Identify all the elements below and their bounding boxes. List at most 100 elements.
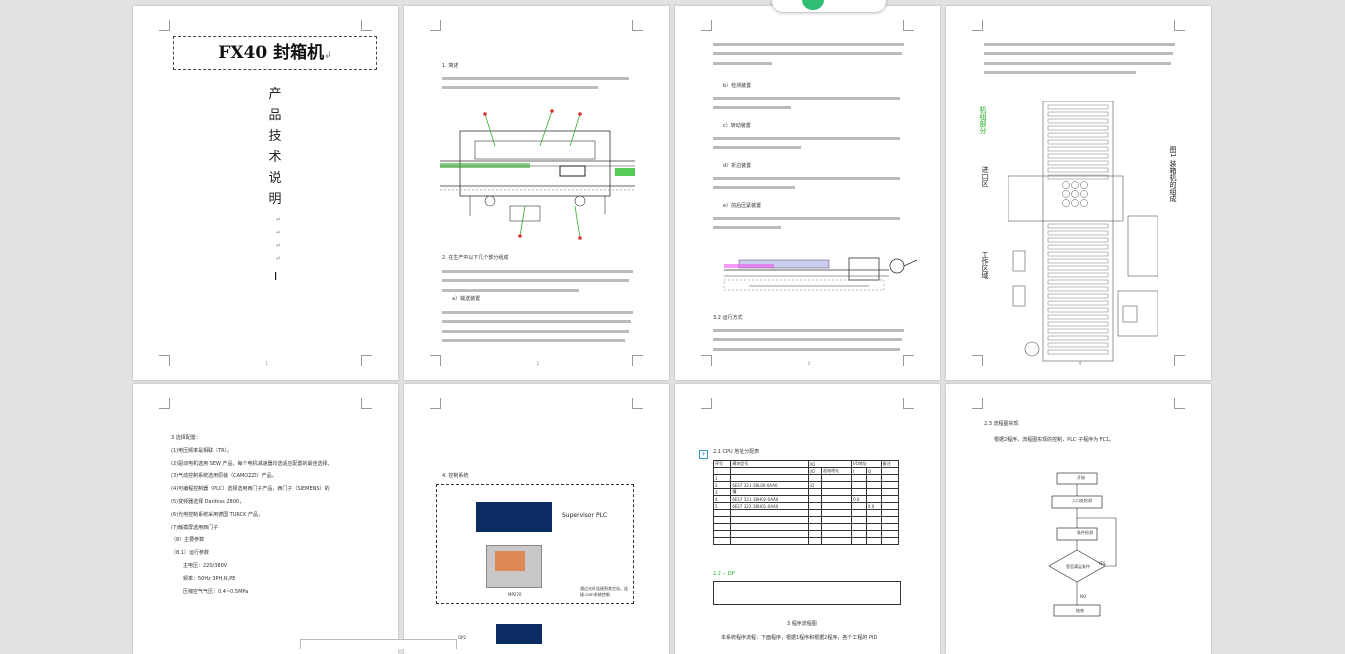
label-work: 工作区域 (981, 251, 989, 279)
table-cell (807, 530, 823, 538)
table-anchor[interactable]: + (699, 450, 708, 459)
table-cell (880, 474, 900, 482)
page-1: FX40 封箱机↲ 产品技术说明 ↵ ↵ ↵ ↵ I 1 (133, 6, 398, 380)
page-number: 4 (1078, 361, 1082, 366)
box-position (1080, 190, 1088, 198)
table-cell: 6ES7 321-1BH02-0AA0 (730, 495, 809, 503)
table-cell (865, 488, 882, 496)
folding-drawing (723, 257, 918, 291)
table-cell (730, 516, 809, 524)
roller (1047, 286, 1109, 292)
box-position (1062, 199, 1070, 207)
table-cell (821, 495, 853, 503)
config-item: (5)变频器选择 Danfoss 2800， (171, 498, 245, 505)
table-cell (712, 537, 732, 545)
roller (1047, 104, 1109, 110)
table-cell (851, 488, 867, 496)
crop-mark (361, 20, 372, 31)
crop-mark (632, 398, 643, 409)
body-text (984, 36, 1179, 81)
roller (1047, 237, 1109, 243)
table-cell: 32 (807, 481, 823, 489)
table-cell: 1 (712, 474, 732, 482)
body-text (713, 170, 908, 196)
table-subheader: 起始地址 (821, 467, 853, 475)
roller (1047, 132, 1109, 138)
crop-mark (159, 20, 170, 31)
table-cell (880, 516, 900, 524)
table-cell (851, 481, 867, 489)
roller (1047, 146, 1109, 152)
table-cell (807, 516, 823, 524)
table-cell (851, 537, 867, 545)
roller (1047, 293, 1109, 299)
table-cell (851, 530, 867, 538)
table-header: 序号 (712, 460, 732, 468)
crop-mark (972, 20, 983, 31)
roller (1047, 349, 1109, 355)
page-2: 1. 简述 2. 在生产中以下几个部分组成 a）输送装置 2 (404, 6, 669, 380)
table-cell (821, 509, 853, 517)
crop-mark (430, 355, 441, 366)
status-indicator-icon (802, 0, 824, 10)
table-subheader: Q (865, 467, 882, 475)
table-cell (880, 495, 900, 503)
heading-char: 明 (268, 192, 282, 207)
flowchart-yes-label: YES (1098, 561, 1106, 566)
roller (1047, 160, 1109, 166)
flowchart-no-label: NO (1080, 594, 1087, 599)
heading-char: 术 (268, 150, 282, 165)
page-4: 机组部分 进口区 工作区域 图1 装箱机的组成 4 (946, 6, 1211, 380)
crop-mark (361, 355, 372, 366)
table-cell: 2 (712, 481, 732, 489)
note-text: 通过光纤连接到其它站，连接.com系统控制 (580, 586, 628, 597)
table-cell (807, 509, 823, 517)
roller (1047, 139, 1109, 145)
roller (1047, 321, 1109, 327)
roller (1047, 272, 1109, 278)
vertical-heading: 产品技术说明 (265, 84, 285, 210)
table-cell (880, 537, 900, 545)
page-8: 2.3 流程图实现 根据2程序，流程图实现的控制，PLC 子程序为 FC1。 开… (946, 384, 1211, 654)
table-header: 模块型号 (730, 460, 809, 468)
body-text (442, 70, 637, 96)
table-cell (730, 509, 809, 517)
box-position (1071, 199, 1079, 207)
table-cell (807, 537, 823, 545)
table-cell (865, 474, 882, 482)
box-position (1071, 190, 1079, 198)
roller (1047, 314, 1109, 320)
table-row: 2 6ES7 321-1BL00-0AA0 32 (712, 481, 900, 489)
table-cell (851, 509, 867, 517)
config-item: (1)电压频率是相联（TR）。 (171, 447, 233, 454)
config-item: 3 选择配置： (171, 435, 201, 441)
label-inlet: 进口区 (981, 166, 989, 187)
supervisor-label: Supervisor PLC (562, 512, 608, 519)
config-item: 压缩空气气压：0.4~0.5MPa (183, 588, 249, 595)
config-item: (7)触摸屏选用西门子 (171, 524, 219, 531)
table-cell (865, 495, 882, 503)
table-row: 5 6ES7 322-1BH01-0AA0 0.0 (712, 502, 900, 510)
table-cell (880, 488, 900, 496)
heading-char: 技 (268, 129, 282, 144)
crop-mark (972, 355, 983, 366)
table-cell (821, 530, 853, 538)
roller (1047, 174, 1109, 180)
floating-toolbar[interactable] (772, 0, 886, 12)
section-heading: 2.3 流程图实现 (984, 421, 1019, 427)
crop-mark (632, 20, 643, 31)
table-cell (730, 474, 809, 482)
table-subheader: I (851, 467, 867, 475)
config-item: (3)气动控制系统选用原装（CAMOZZI）产品， (171, 473, 277, 480)
table-cell (851, 474, 867, 482)
hmi-panel (486, 545, 542, 588)
crop-mark (159, 398, 170, 409)
section-heading: 2.2 -- DP (713, 571, 735, 577)
table-cell (807, 495, 823, 503)
table-cell (880, 530, 900, 538)
table-cell (821, 523, 853, 531)
op-tag: OP2 (458, 635, 467, 640)
title-box[interactable]: FX40 封箱机↲ (173, 36, 377, 70)
table-cell (712, 509, 732, 517)
section-heading: 3 程序流程图 (787, 621, 817, 627)
